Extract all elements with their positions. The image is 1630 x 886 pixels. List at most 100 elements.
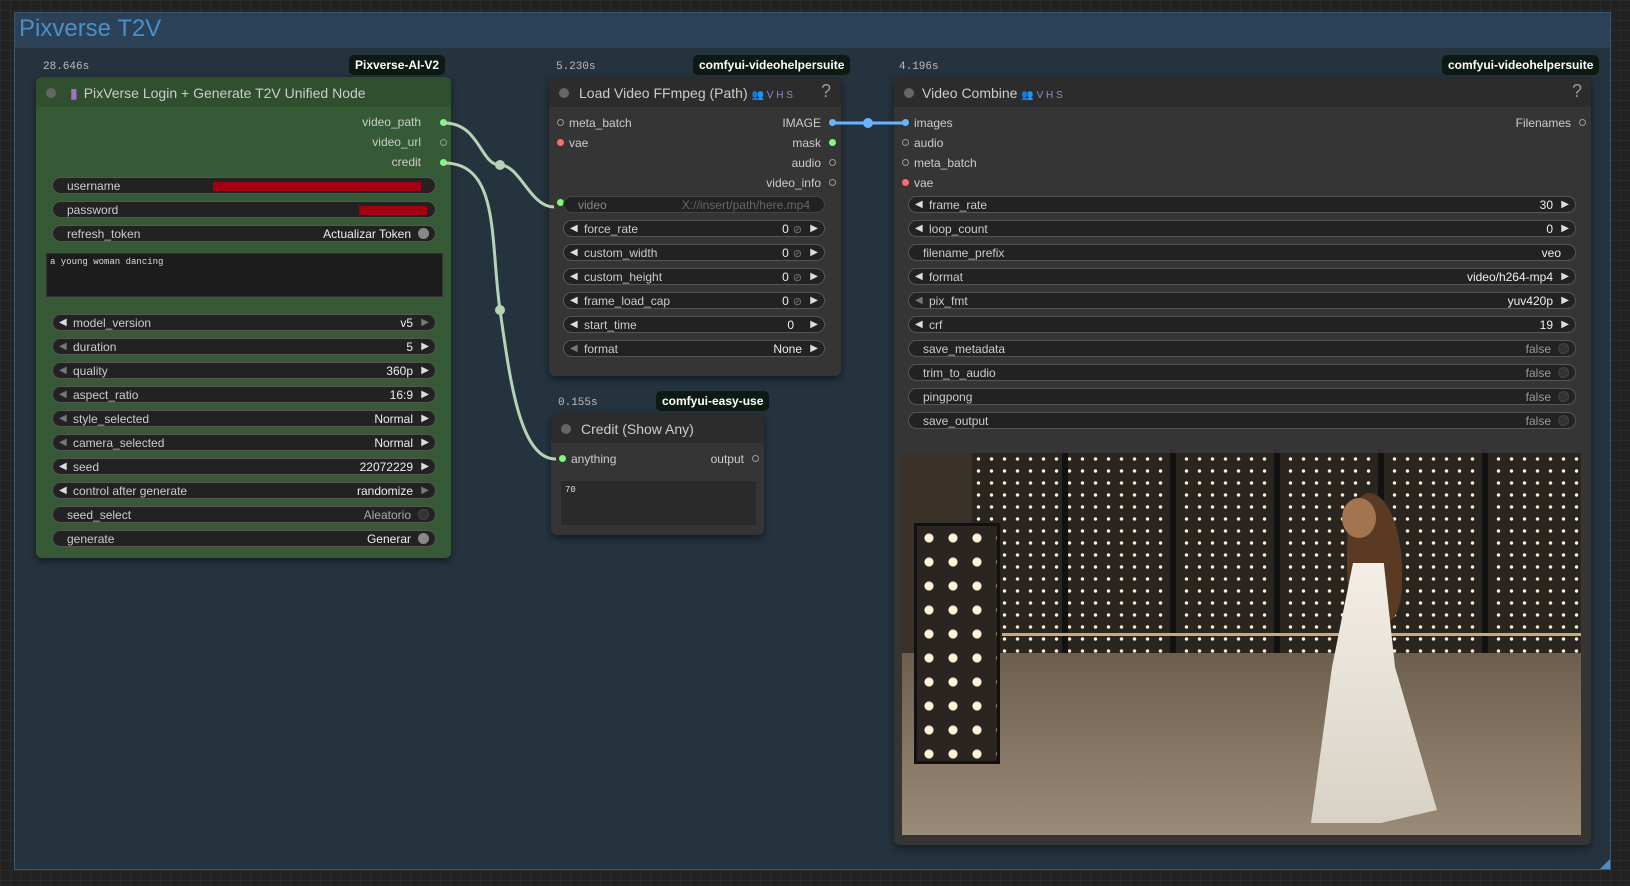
camera-selected-widget[interactable]: ◀ camera_selected Normal ▶ (52, 434, 436, 451)
output-output-dot[interactable] (752, 455, 759, 462)
output-audio-dot[interactable] (829, 159, 836, 166)
toggle-switch[interactable] (1558, 415, 1569, 426)
duration-widget[interactable]: ◀ duration 5 ▶ (52, 338, 436, 355)
decrement-arrow[interactable]: ◀ (915, 197, 923, 213)
group-header[interactable]: Pixverse T2V (15, 13, 1610, 48)
decrement-arrow[interactable]: ◀ (570, 293, 578, 309)
crf-widget[interactable]: ◀ crf 19 ▶ (908, 316, 1576, 333)
decrement-arrow[interactable]: ◀ (915, 293, 923, 309)
decrement-arrow[interactable]: ◀ (59, 459, 67, 475)
refresh-token-toggle[interactable] (418, 228, 429, 239)
save-output-toggle[interactable]: save_output false (908, 412, 1576, 429)
input-meta-batch-dot[interactable] (902, 159, 909, 166)
increment-arrow[interactable]: ▶ (1561, 221, 1569, 237)
loadvideo-node[interactable]: Load Video FFmpeg (Path) 👥 V H S ? meta_… (549, 77, 841, 376)
output-video-path-dot[interactable] (440, 119, 447, 126)
input-anything-dot[interactable] (559, 455, 566, 462)
help-icon[interactable]: ? (1572, 81, 1582, 102)
decrement-arrow[interactable]: ◀ (570, 245, 578, 261)
increment-arrow[interactable]: ▶ (810, 245, 818, 261)
decrement-arrow[interactable]: ◀ (59, 435, 67, 451)
decrement-arrow[interactable]: ◀ (570, 341, 578, 357)
video-preview[interactable] (902, 453, 1581, 835)
control-after-generate-widget[interactable]: ◀ control after generate randomize ▶ (52, 482, 436, 499)
decrement-arrow[interactable]: ◀ (59, 363, 67, 379)
decrement-arrow[interactable]: ◀ (59, 315, 67, 331)
input-audio-dot[interactable] (902, 139, 909, 146)
increment-arrow[interactable]: ▶ (421, 483, 429, 499)
increment-arrow[interactable]: ▶ (421, 363, 429, 379)
seed-select-button[interactable]: seed_select Aleatorio (52, 506, 436, 523)
increment-arrow[interactable]: ▶ (421, 387, 429, 403)
custom-height-widget[interactable]: ◀ custom_height 0 ⊘ ▶ (563, 268, 825, 285)
output-video-url-dot[interactable] (440, 139, 447, 146)
increment-arrow[interactable]: ▶ (1561, 293, 1569, 309)
increment-arrow[interactable]: ▶ (1561, 317, 1569, 333)
decrement-arrow[interactable]: ◀ (59, 339, 67, 355)
output-filenames-dot[interactable] (1579, 119, 1586, 126)
increment-arrow[interactable]: ▶ (1561, 269, 1569, 285)
output-mask-dot[interactable] (829, 139, 836, 146)
save-metadata-toggle[interactable]: save_metadata false (908, 340, 1576, 357)
pix-fmt-widget[interactable]: ◀ pix_fmt yuv420p ▶ (908, 292, 1576, 309)
filename-prefix-input[interactable]: filename_prefix veo (908, 244, 1576, 261)
generate-button[interactable]: generate Generar (52, 530, 436, 547)
input-images-dot[interactable] (902, 119, 909, 126)
force-rate-widget[interactable]: ◀ force_rate 0 ⊘ ▶ (563, 220, 825, 237)
group-resize-handle[interactable] (1600, 859, 1610, 869)
seed-widget[interactable]: ◀ seed 22072229 ▶ (52, 458, 436, 475)
output-video-info-dot[interactable] (829, 179, 836, 186)
decrement-arrow[interactable]: ◀ (570, 221, 578, 237)
password-field[interactable]: password (52, 201, 436, 218)
pixverse-collapse-dot[interactable] (46, 88, 56, 98)
input-vae-dot[interactable] (557, 139, 564, 146)
pixverse-node[interactable]: ▮ PixVerse Login + Generate T2V Unified N… (36, 77, 451, 558)
decrement-arrow[interactable]: ◀ (570, 317, 578, 333)
increment-arrow[interactable]: ▶ (1561, 197, 1569, 213)
seed-select-toggle[interactable] (418, 509, 429, 520)
custom-width-widget[interactable]: ◀ custom_width 0 ⊘ ▶ (563, 244, 825, 261)
increment-arrow[interactable]: ▶ (810, 221, 818, 237)
increment-arrow[interactable]: ▶ (421, 435, 429, 451)
decrement-arrow[interactable]: ◀ (59, 483, 67, 499)
output-credit-dot[interactable] (440, 159, 447, 166)
aspect-ratio-widget[interactable]: ◀ aspect_ratio 16:9 ▶ (52, 386, 436, 403)
credit-node[interactable]: Credit (Show Any) anything output 70 (551, 413, 764, 535)
video-path-input[interactable]: video X://insert/path/here.mp4 (563, 196, 825, 213)
decrement-arrow[interactable]: ◀ (915, 269, 923, 285)
input-vae-dot[interactable] (902, 179, 909, 186)
loop-count-widget[interactable]: ◀ loop_count 0 ▶ (908, 220, 1576, 237)
increment-arrow[interactable]: ▶ (421, 339, 429, 355)
input-meta-batch-dot[interactable] (557, 119, 564, 126)
videocombine-collapse-dot[interactable] (904, 88, 914, 98)
pingpong-toggle[interactable]: pingpong false (908, 388, 1576, 405)
increment-arrow[interactable]: ▶ (421, 315, 429, 331)
increment-arrow[interactable]: ▶ (810, 293, 818, 309)
frame-load-cap-widget[interactable]: ◀ frame_load_cap 0 ⊘ ▶ (563, 292, 825, 309)
start-time-widget[interactable]: ◀ start_time 0 ▶ (563, 316, 825, 333)
format-widget[interactable]: ◀ format video/h264-mp4 ▶ (908, 268, 1576, 285)
style-selected-widget[interactable]: ◀ style_selected Normal ▶ (52, 410, 436, 427)
frame-rate-widget[interactable]: ◀ frame_rate 30 ▶ (908, 196, 1576, 213)
generate-toggle[interactable] (418, 533, 429, 544)
help-icon[interactable]: ? (821, 81, 831, 102)
loadvideo-collapse-dot[interactable] (559, 88, 569, 98)
credit-collapse-dot[interactable] (561, 424, 571, 434)
decrement-arrow[interactable]: ◀ (915, 221, 923, 237)
decrement-arrow[interactable]: ◀ (59, 387, 67, 403)
format-widget[interactable]: ◀ format None ▶ (563, 340, 825, 357)
trim-to-audio-toggle[interactable]: trim_to_audio false (908, 364, 1576, 381)
toggle-switch[interactable] (1558, 367, 1569, 378)
decrement-arrow[interactable]: ◀ (915, 317, 923, 333)
decrement-arrow[interactable]: ◀ (59, 411, 67, 427)
credit-value-display[interactable]: 70 (561, 481, 756, 525)
refresh-token-button[interactable]: refresh_token Actualizar Token (52, 225, 436, 242)
quality-widget[interactable]: ◀ quality 360p ▶ (52, 362, 436, 379)
toggle-switch[interactable] (1558, 343, 1569, 354)
toggle-switch[interactable] (1558, 391, 1569, 402)
increment-arrow[interactable]: ▶ (810, 269, 818, 285)
increment-arrow[interactable]: ▶ (421, 459, 429, 475)
output-image-dot[interactable] (829, 119, 836, 126)
increment-arrow[interactable]: ▶ (421, 411, 429, 427)
increment-arrow[interactable]: ▶ (810, 341, 818, 357)
